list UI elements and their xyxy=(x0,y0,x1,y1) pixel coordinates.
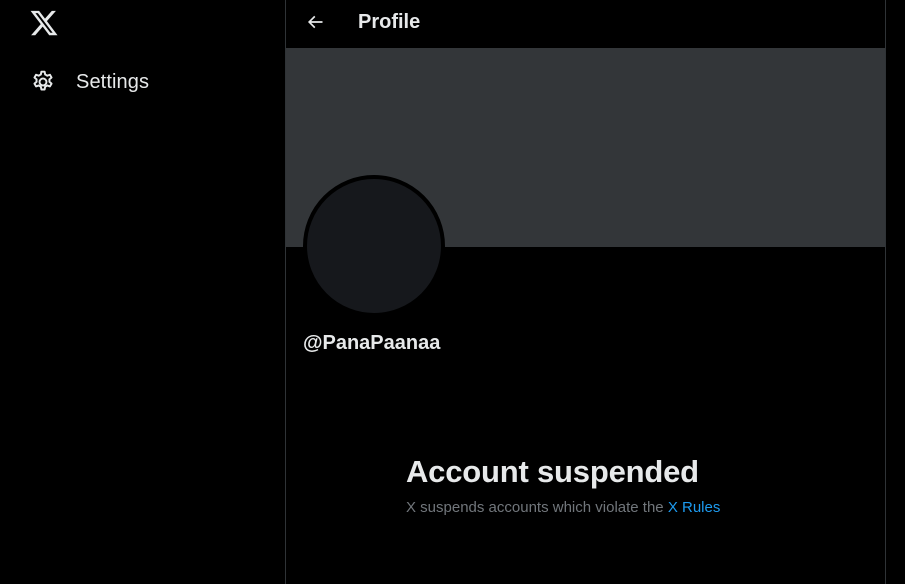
suspension-message: X suspends accounts which violate the X … xyxy=(406,498,806,518)
back-button[interactable] xyxy=(298,7,332,41)
sidebar-item-settings[interactable]: Settings xyxy=(18,58,161,106)
profile-header: Profile xyxy=(286,0,885,47)
arrow-left-icon xyxy=(305,12,325,37)
suspension-notice: Account suspended X suspends accounts wh… xyxy=(406,452,806,518)
app-window: Settings Profile @PanaPaanaa Account sus… xyxy=(0,0,905,584)
page-title: Profile xyxy=(358,11,421,33)
suspension-message-text: X suspends accounts which violate the xyxy=(406,499,664,516)
profile-column: Profile @PanaPaanaa Account suspended X … xyxy=(285,0,886,584)
x-rules-link[interactable]: X Rules xyxy=(668,499,721,516)
profile-handle: @PanaPaanaa xyxy=(303,332,441,354)
sidebar-item-label: Settings xyxy=(76,70,150,93)
gear-icon xyxy=(30,69,56,95)
avatar xyxy=(303,175,445,317)
sidebar: Settings xyxy=(0,0,285,584)
x-logo-icon[interactable] xyxy=(29,8,59,38)
suspension-title: Account suspended xyxy=(406,454,699,489)
